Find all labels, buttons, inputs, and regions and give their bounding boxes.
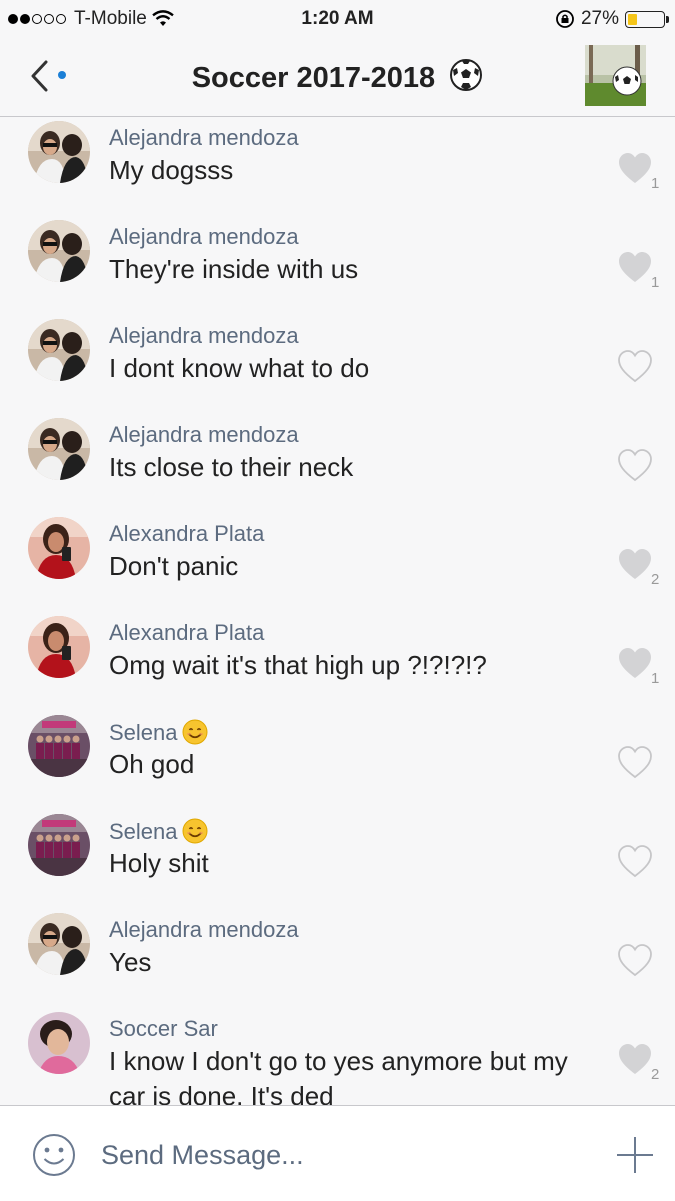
message-row[interactable]: Alejandra mendoza I dont know what to do <box>0 315 675 414</box>
like-heart-icon[interactable] <box>617 250 653 284</box>
avatar[interactable] <box>28 913 90 975</box>
sender-name: Alexandra Plata <box>109 620 264 646</box>
sender-name: Alejandra mendoza <box>109 224 299 250</box>
avatar[interactable] <box>28 220 90 282</box>
like-count: 1 <box>651 670 660 687</box>
sender-name-text: Alejandra mendoza <box>109 422 299 447</box>
sender-name-text: Selena <box>109 819 178 844</box>
message-row[interactable]: Selena Oh god <box>0 711 675 810</box>
sender-name: Selena <box>109 818 208 845</box>
message-row[interactable]: Alejandra mendoza They're inside with us 1 <box>0 216 675 315</box>
like-count: 2 <box>651 1066 660 1083</box>
battery-percent: 27% <box>580 8 619 29</box>
message-text: Omg wait it's that high up ?!?!?!? <box>109 650 487 680</box>
message-composer: Send Message... <box>0 1105 675 1201</box>
message-text: Its close to their neck <box>109 452 354 482</box>
like-heart-icon[interactable] <box>617 547 653 581</box>
add-attachment-icon[interactable] <box>615 1135 655 1175</box>
nav-bar: Soccer 2017-2018 <box>0 38 675 117</box>
like-heart-icon[interactable] <box>617 151 653 185</box>
like-heart-icon[interactable] <box>617 943 653 977</box>
sender-name: Selena <box>109 719 208 746</box>
avatar[interactable] <box>28 517 90 579</box>
chat-title[interactable]: Soccer 2017-2018 <box>0 58 675 95</box>
like-count: 2 <box>651 571 660 588</box>
sender-name-text: Alejandra mendoza <box>109 917 299 942</box>
sender-name-text: Selena <box>109 720 178 745</box>
sender-name: Alexandra Plata <box>109 521 264 547</box>
message-input[interactable]: Send Message... <box>101 1140 304 1171</box>
message-text: They're inside with us <box>109 254 359 284</box>
message-text: Oh god <box>109 749 195 779</box>
message-text: I know I don't go to yes anymore but my … <box>109 1046 568 1105</box>
message-row[interactable]: Selena Holy shit <box>0 810 675 909</box>
message-row[interactable]: Alejandra mendoza Its close to their neck <box>0 414 675 513</box>
sender-name-text: Alexandra Plata <box>109 521 265 546</box>
message-text: Holy shit <box>109 848 209 878</box>
like-heart-icon[interactable] <box>617 1042 653 1076</box>
like-count: 1 <box>651 274 660 291</box>
avatar[interactable] <box>28 121 90 183</box>
message-row[interactable]: Alejandra mendoza Yes <box>0 909 675 1008</box>
rotation-lock-icon <box>556 10 574 28</box>
avatar[interactable] <box>28 616 90 678</box>
sender-name: Alejandra mendoza <box>109 917 299 943</box>
message-text: Don't panic <box>109 551 239 581</box>
avatar[interactable] <box>28 418 90 480</box>
sender-name-text: Alexandra Plata <box>109 620 265 645</box>
sender-name-text: Alejandra mendoza <box>109 224 299 249</box>
message-text: My dogsss <box>109 155 234 185</box>
avatar[interactable] <box>28 1012 90 1074</box>
sender-name: Alejandra mendoza <box>109 125 299 151</box>
avatar[interactable] <box>28 715 90 777</box>
sender-name-text: Alejandra mendoza <box>109 323 299 348</box>
like-heart-icon[interactable] <box>617 349 653 383</box>
smiling-face-emoji-icon <box>182 818 208 844</box>
message-text: Yes <box>109 947 152 977</box>
status-bar: T-Mobile 1:20 AM 27% <box>0 0 675 38</box>
smiling-face-emoji-icon <box>182 719 208 745</box>
avatar[interactable] <box>28 814 90 876</box>
message-row[interactable]: Alexandra Plata Omg wait it's that high u… <box>0 612 675 711</box>
message-row[interactable]: Alejandra mendoza My dogsss 1 <box>0 117 675 216</box>
avatar[interactable] <box>28 319 90 381</box>
like-heart-icon[interactable] <box>617 646 653 680</box>
like-heart-icon[interactable] <box>617 448 653 482</box>
message-list[interactable]: Alejandra mendoza My dogsss 1 Alejandra men… <box>0 117 675 1105</box>
emoji-picker-icon[interactable] <box>31 1132 77 1178</box>
like-heart-icon[interactable] <box>617 745 653 779</box>
sender-name-text: Soccer Sar <box>109 1016 218 1041</box>
sender-name-text: Alejandra mendoza <box>109 125 299 150</box>
battery-icon <box>625 10 669 28</box>
message-text: I dont know what to do <box>109 353 370 383</box>
like-count: 1 <box>651 175 660 192</box>
sender-name: Alejandra mendoza <box>109 323 299 349</box>
message-row[interactable]: Soccer Sar I know I don't go to yes anymo… <box>0 1008 675 1105</box>
soccer-ball-icon <box>450 59 483 91</box>
message-row[interactable]: Alexandra Plata Don't panic 2 <box>0 513 675 612</box>
chat-title-text: Soccer 2017-2018 <box>191 62 436 94</box>
sender-name: Soccer Sar <box>109 1016 218 1042</box>
group-photo[interactable] <box>585 45 646 106</box>
sender-name: Alejandra mendoza <box>109 422 299 448</box>
like-heart-icon[interactable] <box>617 844 653 878</box>
